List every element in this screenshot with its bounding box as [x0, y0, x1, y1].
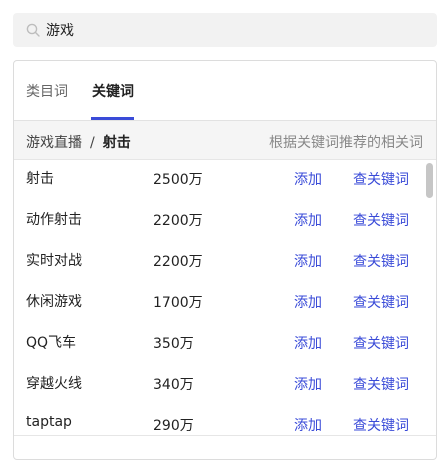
keyword-name: 动作射击 [26, 212, 82, 228]
check-keywords-button[interactable]: 查关键词 [353, 415, 409, 435]
list-item: 实时对战 2200万 添加 查关键词 [14, 242, 436, 283]
keyword-count: 340万 [153, 377, 194, 393]
check-keywords-button[interactable]: 查关键词 [353, 292, 409, 312]
breadcrumb-current: 射击 [102, 135, 131, 151]
add-button[interactable]: 添加 [294, 292, 322, 312]
list-item: 穿越火线 340万 添加 查关键词 [14, 365, 436, 406]
list-item: QQ飞车 350万 添加 查关键词 [14, 324, 436, 365]
check-keywords-button[interactable]: 查关键词 [353, 210, 409, 230]
keyword-name: 穿越火线 [26, 376, 82, 392]
breadcrumb: 游戏直播 / 射击 [26, 132, 131, 152]
scrollbar-thumb[interactable] [426, 163, 433, 198]
keyword-name: 实时对战 [26, 253, 82, 269]
list-item: 射击 2500万 添加 查关键词 [14, 160, 436, 201]
list-item: taptap 290万 添加 查关键词 [14, 406, 436, 447]
add-button[interactable]: 添加 [294, 210, 322, 230]
keyword-count: 1700万 [153, 295, 203, 311]
list-item: 动作射击 2200万 添加 查关键词 [14, 201, 436, 242]
add-button[interactable]: 添加 [294, 374, 322, 394]
add-button[interactable]: 添加 [294, 251, 322, 271]
keyword-count: 350万 [153, 336, 194, 352]
add-button[interactable]: 添加 [294, 415, 322, 435]
keyword-panel: 类目词 关键词 游戏直播 / 射击 根据关键词推荐的相关词 射击 2500万 添加 … [13, 60, 437, 460]
check-keywords-button[interactable]: 查关键词 [353, 333, 409, 353]
keyword-name: taptap [26, 414, 72, 430]
search-icon [25, 23, 40, 38]
active-tab-indicator [91, 117, 134, 120]
breadcrumb-bar: 游戏直播 / 射击 根据关键词推荐的相关词 [14, 121, 436, 160]
keyword-name: 射击 [26, 171, 54, 187]
keyword-count: 290万 [153, 418, 194, 434]
search-input[interactable]: 游戏 [46, 20, 74, 40]
list-item: 休闲游戏 1700万 添加 查关键词 [14, 283, 436, 324]
add-button[interactable]: 添加 [294, 333, 322, 353]
check-keywords-button[interactable]: 查关键词 [353, 169, 409, 189]
keyword-count: 2200万 [153, 254, 203, 270]
keyword-count: 2500万 [153, 172, 203, 188]
search-box[interactable]: 游戏 [13, 13, 437, 47]
check-keywords-button[interactable]: 查关键词 [353, 251, 409, 271]
check-keywords-button[interactable]: 查关键词 [353, 374, 409, 394]
recommend-hint: 根据关键词推荐的相关词 [269, 135, 423, 151]
add-button[interactable]: 添加 [294, 169, 322, 189]
keyword-name: QQ飞车 [26, 335, 77, 351]
tab-keywords[interactable]: 关键词 [92, 81, 134, 101]
keyword-count: 2200万 [153, 213, 203, 229]
tab-bar: 类目词 关键词 [14, 61, 436, 121]
breadcrumb-separator: / [90, 135, 95, 151]
keyword-name: 休闲游戏 [26, 294, 82, 310]
scrollbar-track[interactable] [425, 161, 434, 459]
tab-category-words[interactable]: 类目词 [26, 81, 68, 101]
breadcrumb-parent[interactable]: 游戏直播 [26, 135, 82, 151]
list-bottom-divider [14, 435, 436, 436]
